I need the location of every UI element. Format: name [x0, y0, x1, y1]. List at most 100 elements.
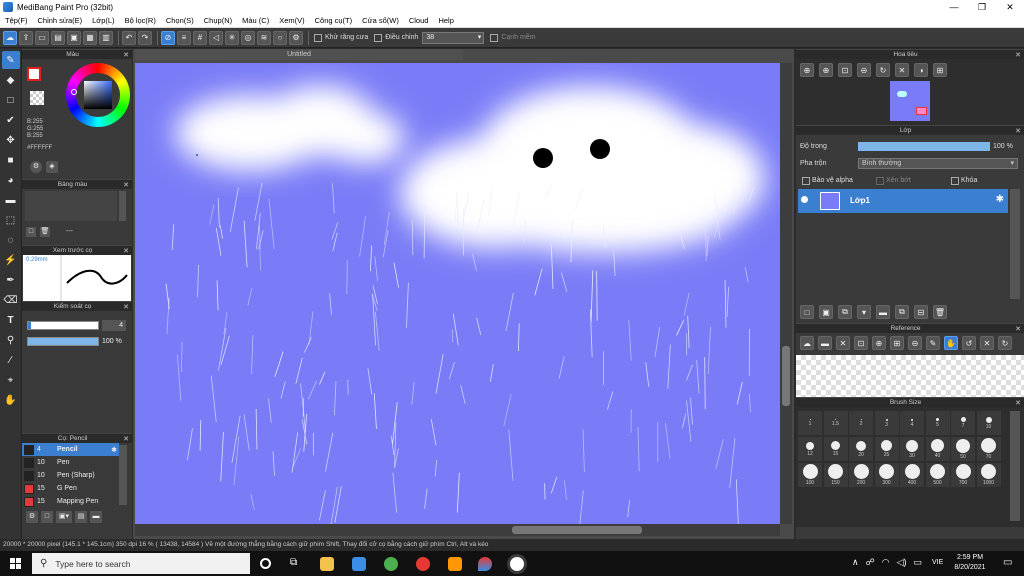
select-tool-icon[interactable]: ⬚	[2, 211, 20, 229]
browser-icon[interactable]	[384, 557, 398, 571]
close-icon[interactable]: ✕	[123, 303, 129, 311]
add-layer-menu-icon[interactable]: ▾	[857, 305, 871, 319]
brush-size-slider[interactable]	[27, 321, 99, 330]
volume-icon[interactable]: ◁)	[897, 557, 907, 568]
flip-icon[interactable]: ◑	[914, 63, 928, 77]
brush-settings-icon[interactable]: ⚙	[26, 511, 38, 523]
brush-item[interactable]: 4 Pencil ✱	[22, 443, 119, 456]
adjust-checkbox[interactable]	[374, 33, 383, 42]
background-color-swatch[interactable]	[30, 91, 44, 105]
color-mode-icon[interactable]: ◈	[46, 161, 58, 173]
brush-size-cell[interactable]: 12	[798, 437, 822, 461]
panel-icon[interactable]: ▥	[99, 30, 113, 45]
folder-icon[interactable]: ▬	[90, 511, 102, 523]
menu-color[interactable]: Màu (C)	[237, 16, 274, 25]
foreground-color-swatch[interactable]	[27, 67, 41, 81]
eyedropper-icon[interactable]: ✎	[926, 336, 940, 350]
saturation-square[interactable]	[84, 81, 112, 109]
brush-size-cell[interactable]: 70	[976, 437, 1001, 461]
wifi-icon[interactable]: ◠	[882, 557, 890, 568]
brush-size-cell[interactable]: 2	[849, 411, 873, 435]
lock-checkbox[interactable]	[951, 177, 959, 185]
fit-icon[interactable]: ⊡	[838, 63, 852, 77]
new-color-layer-icon[interactable]: ▣	[819, 305, 833, 319]
move-tool-icon[interactable]: ✥	[2, 131, 20, 149]
brush-item[interactable]: 10 Pen (Sharp)	[22, 469, 119, 482]
brush-size-cell[interactable]: 10	[976, 411, 1001, 435]
new-layer-icon[interactable]: □	[800, 305, 814, 319]
dot-tool-icon[interactable]: □	[2, 91, 20, 109]
paint-app-icon[interactable]	[478, 557, 492, 571]
brush-size-cell[interactable]: 15	[823, 437, 848, 461]
menu-capture[interactable]: Chụp(N)	[199, 16, 237, 25]
antialias-checkbox[interactable]	[314, 33, 322, 42]
brush-page-icon[interactable]: ▤	[75, 511, 87, 523]
close-icon[interactable]: ✕	[1015, 399, 1021, 407]
blend-mode-select[interactable]: Bình thường ▾	[858, 158, 1018, 169]
layer-scrollbar[interactable]	[1010, 189, 1020, 299]
add-brush-icon[interactable]: ▣▾	[56, 511, 72, 523]
menu-file[interactable]: Tệp(F)	[0, 16, 33, 25]
brush-size-cell[interactable]: 3	[874, 411, 899, 435]
brush-size-cell[interactable]: 40	[925, 437, 950, 461]
delete-layer-icon[interactable]: 🗑	[933, 305, 947, 319]
close-icon[interactable]: ✕	[123, 435, 129, 443]
document-tab[interactable]: Untitled	[135, 49, 463, 60]
palette-scrollbar[interactable]	[119, 191, 126, 221]
merge-layer-icon[interactable]: ⧉	[895, 305, 909, 319]
opera-icon[interactable]	[416, 557, 430, 571]
rotate-right-icon[interactable]: ↻	[998, 336, 1012, 350]
grid-snap-icon[interactable]: #	[193, 30, 207, 45]
scroll-thumb[interactable]	[782, 346, 790, 406]
new-brush-icon[interactable]: □	[41, 511, 53, 523]
close-icon[interactable]: ✕	[836, 336, 850, 350]
layer-opacity-slider[interactable]	[858, 142, 990, 151]
circle-snap-icon[interactable]: ◎	[241, 30, 255, 45]
mail-icon[interactable]	[352, 557, 366, 571]
hand-tool-icon[interactable]: ✋	[2, 391, 20, 409]
redo-icon[interactable]: ↷	[138, 30, 152, 45]
brush-item[interactable]: 10 Pen	[22, 456, 119, 469]
vanish-snap-icon[interactable]: ◁	[209, 30, 223, 45]
fill-tool-icon[interactable]: ✔	[2, 111, 20, 129]
undo-icon[interactable]: ↶	[122, 30, 136, 45]
brush-size-cell[interactable]: 1000	[976, 463, 1001, 487]
menu-edit[interactable]: Chỉnh sửa(E)	[33, 16, 88, 25]
cloud-icon[interactable]: ☁	[800, 336, 814, 350]
open-folder-icon[interactable]: ▬	[818, 336, 832, 350]
close-icon[interactable]: ✕	[1015, 325, 1021, 333]
minimize-button[interactable]: —	[940, 0, 968, 14]
windows-start-icon[interactable]	[10, 558, 21, 569]
menu-cloud[interactable]: Cloud	[404, 16, 434, 25]
brush-size-cell[interactable]: 7	[951, 411, 975, 435]
grid-page-icon[interactable]: ▦	[83, 30, 97, 45]
store-icon[interactable]	[320, 557, 334, 571]
eyedrop-color-icon[interactable]: ⚙	[30, 161, 42, 173]
brush-item[interactable]: 15 Mapping Pen	[22, 495, 119, 508]
brush-size-cell[interactable]: 4	[900, 411, 924, 435]
lasso-tool-icon[interactable]: ◌	[2, 231, 20, 249]
parallel-snap-icon[interactable]: ≡	[177, 30, 191, 45]
close-icon[interactable]: ✕	[123, 181, 129, 189]
brush-size-cell[interactable]: 400	[900, 463, 924, 487]
page-icon[interactable]: ▣	[67, 30, 81, 45]
gear-icon[interactable]: ✱	[111, 446, 117, 454]
curve-snap-icon[interactable]: ≋	[257, 30, 271, 45]
brush-list-scrollbar[interactable]	[119, 445, 127, 505]
chrome-icon[interactable]	[510, 557, 524, 571]
actual-size-icon[interactable]: ⊞	[890, 336, 904, 350]
brush-size-cell[interactable]: 25	[874, 437, 899, 461]
zoom-in-icon[interactable]: ⊕	[872, 336, 886, 350]
canvas-vertical-scrollbar[interactable]	[780, 63, 792, 524]
navigator-thumbnail[interactable]	[890, 81, 930, 121]
text-tool-icon[interactable]: T	[2, 311, 20, 329]
close-button[interactable]: ✕	[996, 0, 1024, 14]
brush-size-cell[interactable]: 1.5	[823, 411, 848, 435]
radial-snap-icon[interactable]: ✳	[225, 30, 239, 45]
brush-size-cell[interactable]: 30	[900, 437, 924, 461]
zoom-out-icon[interactable]: ⊖	[908, 336, 922, 350]
duplicate-layer-icon[interactable]: ⧉	[838, 305, 852, 319]
ring-snap-icon[interactable]: ○	[273, 30, 287, 45]
soft-edge-checkbox[interactable]	[490, 33, 499, 42]
upload-icon[interactable]: ⇪	[19, 30, 33, 45]
